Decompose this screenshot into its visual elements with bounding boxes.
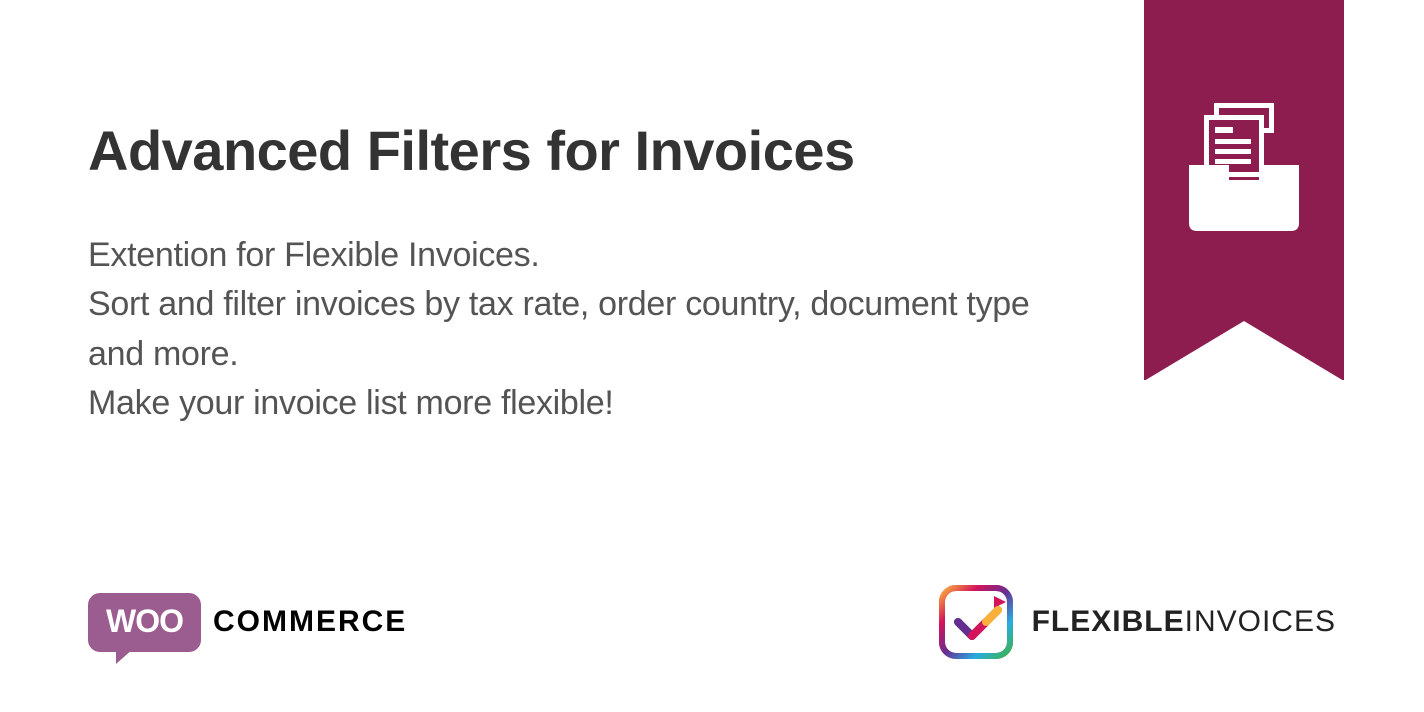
flexible-label-light: INVOICES — [1185, 605, 1336, 639]
description-line-3: Make your invoice list more flexible! — [88, 379, 1074, 428]
page-title: Advanced Filters for Invoices — [88, 118, 1074, 183]
flexible-invoices-text: FLEXIBLE INVOICES — [1032, 605, 1336, 639]
checkbox-colorful-icon — [936, 582, 1016, 662]
woocommerce-logo: WOO COMMERCE — [88, 593, 407, 652]
footer-logos: WOO COMMERCE FLEXIBLE INVOI — [88, 582, 1336, 662]
flexible-invoices-logo: FLEXIBLE INVOICES — [936, 582, 1336, 662]
commerce-label: COMMERCE — [213, 605, 407, 639]
main-content: Advanced Filters for Invoices Extention … — [88, 118, 1074, 428]
description-line-2: Sort and filter invoices by tax rate, or… — [88, 280, 1074, 379]
flexible-label-bold: FLEXIBLE — [1032, 605, 1185, 639]
description: Extention for Flexible Invoices. Sort an… — [88, 231, 1074, 428]
woo-bubble-icon: WOO — [88, 593, 201, 652]
ribbon-badge — [1144, 0, 1344, 380]
description-line-1: Extention for Flexible Invoices. — [88, 231, 1074, 280]
invoice-archive-icon — [1179, 95, 1309, 235]
